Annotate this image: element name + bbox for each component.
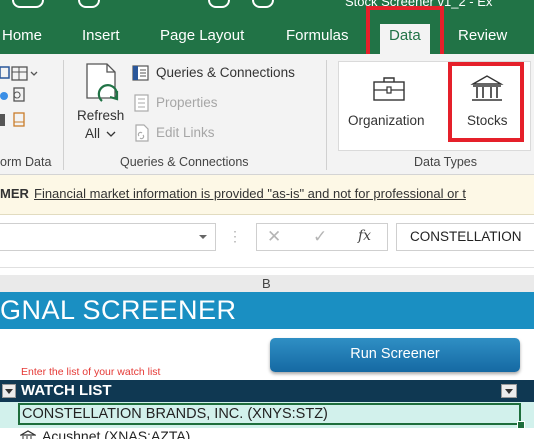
autosave-toggle[interactable] [12, 0, 44, 8]
queries-connections-button[interactable]: Queries & Connections [156, 65, 295, 80]
watch-list-title: WATCH LIST [21, 382, 112, 399]
watch-list-item[interactable]: Acushnet (XNAS:AZTA) [42, 428, 190, 439]
get-data-group-label: orm Data [0, 155, 52, 169]
watch-list-item[interactable]: CONSTELLATION BRANDS, INC. (XNYS:STZ) [22, 406, 328, 422]
tab-insert[interactable]: Insert [82, 27, 120, 44]
refresh-all-line1[interactable]: Refresh [77, 108, 124, 123]
insert-function-icon[interactable]: fx [358, 228, 371, 244]
formula-input[interactable]: CONSTELLATION [396, 223, 534, 251]
screener-banner: GNAL SCREENER [0, 292, 534, 329]
organization-button[interactable]: Organization [348, 113, 425, 128]
column-header-b[interactable]: B [262, 276, 271, 291]
enter-icon[interactable]: ✓ [313, 227, 327, 247]
screener-title: GNAL SCREENER [0, 295, 237, 325]
message-bar: MER Financial market information is prov… [0, 175, 534, 215]
filter-arrow-icon [5, 389, 13, 394]
edit-links-button[interactable]: Edit Links [156, 125, 215, 140]
name-box[interactable] [0, 223, 216, 251]
ribbon-tabs: Home Insert Page Layout Formulas Data Re… [0, 16, 534, 56]
watch-list-header: WATCH LIST [0, 380, 534, 402]
get-data-icons[interactable] [0, 62, 48, 138]
queries-group-label: Queries & Connections [120, 155, 249, 169]
cancel-icon[interactable]: ✕ [267, 227, 281, 247]
group-separator [326, 60, 327, 170]
resize-handle-icon[interactable]: ⋮ [228, 228, 242, 245]
watch-list-row: Acushnet (XNAS:AZTA) [0, 428, 534, 439]
properties-icon [134, 94, 149, 112]
title-bar: Stock Screener v1_2 - Ex [0, 0, 534, 16]
tab-page-layout[interactable]: Page Layout [160, 27, 244, 44]
chevron-down-icon[interactable] [198, 234, 208, 241]
tab-home[interactable]: Home [2, 27, 42, 44]
watch-list-hint: Enter the list of your watch list [21, 366, 161, 378]
chevron-down-icon[interactable] [106, 130, 116, 138]
refresh-all-line2[interactable]: All [85, 126, 100, 141]
organization-icon [373, 77, 405, 101]
group-separator [63, 60, 64, 170]
message-bar-link[interactable]: Financial market information is provided… [34, 186, 466, 201]
tab-formulas[interactable]: Formulas [286, 27, 349, 44]
message-bar-prefix: MER [0, 186, 29, 201]
stocks-icon[interactable] [20, 430, 36, 439]
filter-dropdown[interactable] [2, 384, 16, 398]
formula-content: CONSTELLATION [410, 229, 522, 244]
edit-links-icon [135, 124, 149, 142]
data-types-group-label: Data Types [414, 155, 478, 169]
filter-dropdown[interactable] [501, 384, 517, 398]
customize-qat-icon[interactable] [252, 0, 274, 8]
formula-bar: ⋮ ✕ ✓ fx CONSTELLATION [0, 215, 534, 268]
worksheet: GNAL SCREENER Run Screener Enter the lis… [0, 292, 534, 439]
queries-connections-icon [132, 65, 149, 81]
save-icon[interactable] [78, 0, 100, 8]
refresh-all-icon[interactable] [82, 61, 128, 105]
properties-button[interactable]: Properties [156, 95, 218, 110]
filter-arrow-icon [505, 389, 513, 394]
touch-mode-icon[interactable] [208, 0, 230, 8]
run-screener-button[interactable]: Run Screener [270, 338, 520, 372]
stocks-highlight [448, 62, 524, 142]
watch-list-row: CONSTELLATION BRANDS, INC. (XNYS:STZ) [0, 402, 534, 429]
tab-review[interactable]: Review [458, 27, 507, 44]
column-header-row: B [0, 275, 534, 293]
